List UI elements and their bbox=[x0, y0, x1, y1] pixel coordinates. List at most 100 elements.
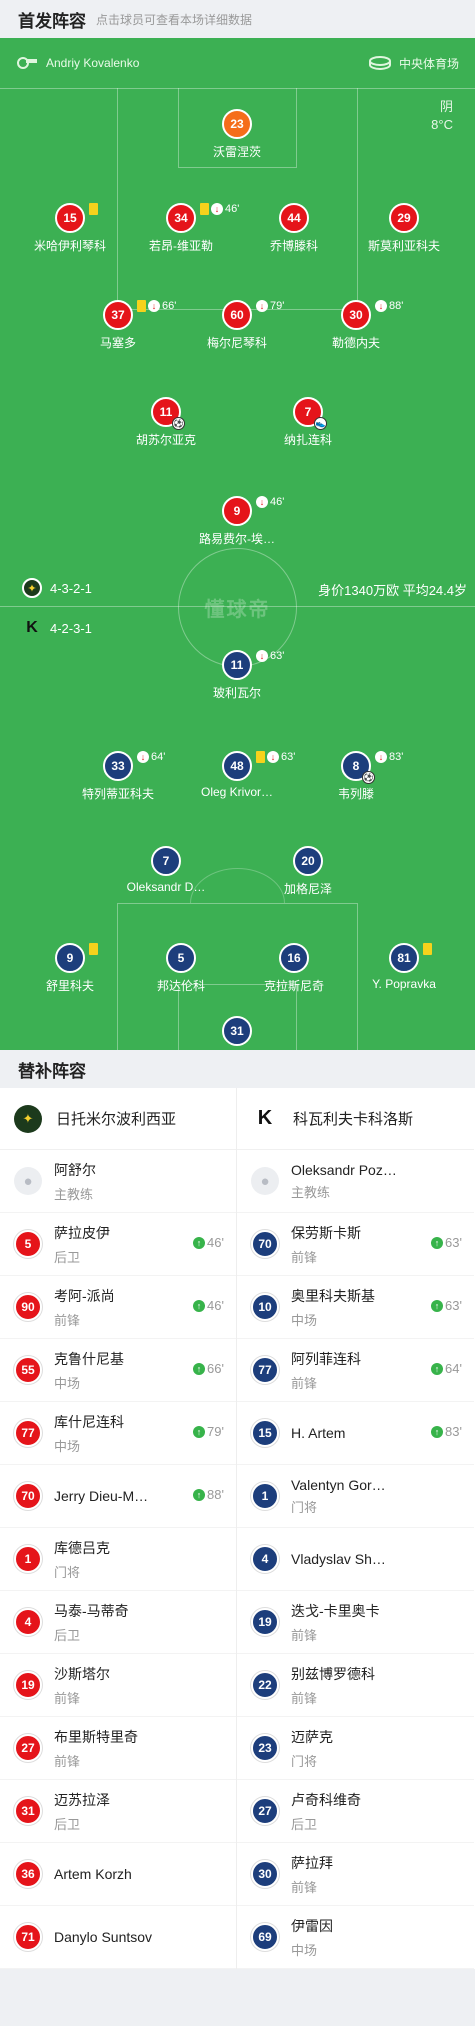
away-sub-row[interactable]: 1 Valentyn Gor… 门将 bbox=[237, 1465, 474, 1528]
sub-name: Jerry Dieu-M… bbox=[54, 1488, 149, 1504]
sub-in-icon: ↑ bbox=[193, 1299, 206, 1312]
sub-name: Valentyn Gor… bbox=[291, 1476, 386, 1493]
sub-position: 前锋 bbox=[54, 1753, 81, 1769]
sub-out-time: 66' bbox=[162, 300, 177, 312]
away-player[interactable]: 11 ↓ 63' 玻利瓦尔 bbox=[182, 650, 292, 701]
sub-number-badge: 31 bbox=[14, 1797, 42, 1825]
player-name: Y. Popravka bbox=[372, 977, 436, 991]
home-sub-row[interactable]: 31 迈苏拉泽 后卫 bbox=[0, 1780, 236, 1843]
sub-name: 阿列菲连科 bbox=[291, 1350, 361, 1367]
away-player[interactable]: 31P. Vladyslav… bbox=[182, 1016, 292, 1050]
temperature-text: 8°C bbox=[431, 117, 453, 132]
sub-number-badge: 55 bbox=[14, 1356, 42, 1384]
player-name: 马塞多 bbox=[99, 336, 136, 350]
home-player[interactable]: 30 ↓ 88' 勒德内夫 bbox=[301, 300, 411, 351]
sub-in-time-text: 83' bbox=[445, 1424, 462, 1439]
away-player[interactable]: 20 加格尼泽 bbox=[253, 846, 363, 897]
away-player[interactable]: 33 ↓ 64' 特列蒂亚科夫 bbox=[63, 751, 173, 802]
sub-number-badge: 1 bbox=[14, 1545, 42, 1573]
player-events: ↓ 66' bbox=[137, 300, 176, 312]
home-player[interactable]: 44 乔博滕科 bbox=[239, 203, 349, 254]
valuation-text: 身价1340万欧 平均24.4岁 bbox=[318, 583, 467, 598]
away-coach-row[interactable]: ● Oleksandr Pozdeev 主教练 bbox=[237, 1150, 474, 1213]
player-number-badge: 29 bbox=[389, 203, 419, 233]
away-sub-row[interactable]: 77 阿列菲连科 前锋 ↑ 64' bbox=[237, 1339, 474, 1402]
home-player[interactable]: 11 ⚽ 胡苏尔亚克 bbox=[111, 397, 221, 448]
away-player[interactable]: 16 克拉斯尼奇 bbox=[239, 943, 349, 994]
home-player[interactable]: 15 米哈伊利琴科 bbox=[15, 203, 125, 254]
home-sub-row[interactable]: 90 考阿-派尚 前锋 ↑ 46' bbox=[0, 1276, 236, 1339]
home-player[interactable]: 34 ↓ 46' 若昂-维亚勒 bbox=[126, 203, 239, 254]
home-player[interactable]: 7 👟 纳扎连科 bbox=[253, 397, 363, 448]
home-sub-row[interactable]: 77 库什尼连科 中场 ↑ 79' bbox=[0, 1402, 236, 1465]
yellow-card-icon bbox=[200, 203, 209, 215]
away-sub-row[interactable]: 30 萨拉拜 前锋 bbox=[237, 1843, 474, 1906]
away-sub-row[interactable]: 69 伊雷因 中场 bbox=[237, 1906, 474, 1969]
sub-number-badge: 22 bbox=[251, 1671, 279, 1699]
away-player[interactable]: 8 ⚽ ↓ 83' 韦列滕 bbox=[301, 751, 411, 802]
sub-number-badge: 77 bbox=[14, 1419, 42, 1447]
away-sub-row[interactable]: 10 奥里科夫斯基 中场 ↑ 63' bbox=[237, 1276, 474, 1339]
away-team-header[interactable]: K 科瓦利夫卡科洛斯 bbox=[237, 1088, 474, 1150]
away-sub-row[interactable]: 70 保劳斯卡斯 前锋 ↑ 63' bbox=[237, 1213, 474, 1276]
player-name: 路易费尔-埃… bbox=[199, 532, 275, 546]
home-team-name: 日托米尔波利西亚 bbox=[56, 1111, 177, 1128]
home-player[interactable]: 23 沃雷涅茨 bbox=[182, 109, 292, 160]
sub-name: 奥里科夫斯基 bbox=[291, 1287, 375, 1304]
sub-in-time-text: 66' bbox=[207, 1361, 224, 1376]
player-number-badge: 7 bbox=[151, 846, 181, 876]
sub-out-time: 79' bbox=[270, 300, 285, 312]
away-sub-row[interactable]: 4 Vladyslav Sh… bbox=[237, 1528, 474, 1591]
away-sub-row[interactable]: 15 H. Artem ↑ 83' bbox=[237, 1402, 474, 1465]
away-sub-row[interactable]: 19 迭戈-卡里奥卡 前锋 bbox=[237, 1591, 474, 1654]
player-number-badge: 44 bbox=[279, 203, 309, 233]
sub-name: 马泰-马蒂奇 bbox=[54, 1602, 129, 1619]
sub-number-badge: 19 bbox=[251, 1608, 279, 1636]
home-player[interactable]: 60 ↓ 79' 梅尔尼琴科 bbox=[182, 300, 292, 351]
sub-in-time: ↑ 63' bbox=[431, 1298, 462, 1313]
player-events bbox=[423, 943, 432, 955]
sub-out-icon: ↓ bbox=[211, 203, 223, 215]
sub-position: 后卫 bbox=[54, 1249, 81, 1265]
home-player[interactable]: 9 ↓ 46' 路易费尔-埃… bbox=[182, 496, 292, 547]
away-player[interactable]: 81 Y. Popravka bbox=[349, 943, 459, 991]
sub-in-time-text: 46' bbox=[207, 1235, 224, 1250]
player-name: 纳扎连科 bbox=[283, 433, 332, 447]
away-sub-row[interactable]: 27 卢奇科维奇 后卫 bbox=[237, 1780, 474, 1843]
home-player[interactable]: 29 斯莫利亚科夫 bbox=[349, 203, 459, 254]
home-coach-row[interactable]: ● 阿舒尔 主教练 bbox=[0, 1150, 236, 1213]
player-number-badge: 48 bbox=[222, 751, 252, 781]
player-events bbox=[89, 203, 98, 215]
sub-position: 中场 bbox=[54, 1375, 81, 1391]
home-sub-row[interactable]: 5 萨拉皮伊 后卫 ↑ 46' bbox=[0, 1213, 236, 1276]
home-team-header[interactable]: ✦ 日托米尔波利西亚 bbox=[0, 1088, 236, 1150]
home-sub-row[interactable]: 4 马泰-马蒂奇 后卫 bbox=[0, 1591, 236, 1654]
home-sub-row[interactable]: 1 库德吕克 门将 bbox=[0, 1528, 236, 1591]
away-sub-row[interactable]: 23 迈萨克 门将 bbox=[237, 1717, 474, 1780]
home-team-logo-icon: ✦ bbox=[22, 578, 42, 598]
stadium-icon bbox=[368, 56, 391, 70]
sub-in-time-text: 46' bbox=[207, 1298, 224, 1313]
away-sub-row[interactable]: 22 别兹博罗德科 前锋 bbox=[237, 1654, 474, 1717]
away-player[interactable]: 5 邦达伦科 bbox=[126, 943, 236, 994]
player-name: 加格尼泽 bbox=[283, 882, 332, 896]
away-player[interactable]: 7 Oleksandr D… bbox=[111, 846, 221, 894]
sub-in-icon: ↑ bbox=[193, 1362, 206, 1375]
sub-name: 迈苏拉泽 bbox=[54, 1791, 110, 1808]
sub-number-badge: 71 bbox=[14, 1923, 42, 1951]
home-sub-row[interactable]: 19 沙斯塔尔 前锋 bbox=[0, 1654, 236, 1717]
coach-avatar-icon: ● bbox=[251, 1167, 279, 1195]
home-sub-row[interactable]: 70 Jerry Dieu-M… ↑ 88' bbox=[0, 1465, 236, 1528]
away-player[interactable]: 9 舒里科夫 bbox=[15, 943, 125, 994]
home-sub-row[interactable]: 27 布里斯特里奇 前锋 bbox=[0, 1717, 236, 1780]
player-name: 勒德内夫 bbox=[331, 336, 380, 350]
player-name: 沃雷涅茨 bbox=[212, 145, 261, 159]
sub-name: 库德吕克 bbox=[54, 1539, 110, 1556]
home-sub-row[interactable]: 71 Danylo Suntsov bbox=[0, 1906, 236, 1969]
player-number-badge: 37 bbox=[103, 300, 133, 330]
home-sub-row[interactable]: 55 克鲁什尼基 中场 ↑ 66' bbox=[0, 1339, 236, 1402]
home-player[interactable]: 37 ↓ 66' 马塞多 bbox=[63, 300, 176, 351]
away-player[interactable]: 48 ↓ 63' Oleg Krivor… bbox=[182, 751, 295, 799]
home-sub-row[interactable]: 36 Artem Korzh bbox=[0, 1843, 236, 1906]
away-formation: K 4-2-3-1 bbox=[22, 618, 92, 638]
